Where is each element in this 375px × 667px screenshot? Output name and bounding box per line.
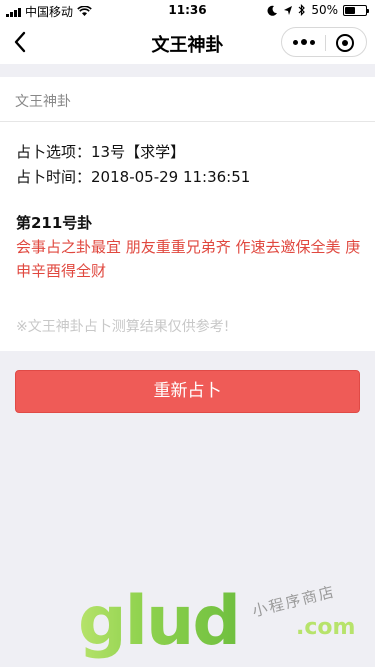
more-dot <box>301 39 307 45</box>
time-label: 占卜时间： <box>16 168 92 186</box>
divination-option-row: 占卜选项：13号【求学】 <box>16 141 185 162</box>
divider <box>0 121 375 122</box>
redo-divination-button[interactable]: 重新占卜 <box>15 370 360 413</box>
option-value: 13号【求学】 <box>91 143 186 161</box>
gua-text: 会事占之卦最宜 朋友重重兄弟齐 作速去邀保全美 庚申辛酉得全财 <box>16 238 361 280</box>
more-button[interactable] <box>292 28 316 56</box>
bluetooth-icon <box>298 4 306 16</box>
status-bar: 中国移动 11:36 50% <box>0 0 375 20</box>
moon-icon <box>267 5 278 16</box>
card-header: 文王神卦 <box>15 94 71 110</box>
time-value: 2018-05-29 11:36:51 <box>91 168 251 186</box>
watermark-suffix: .com <box>296 615 356 640</box>
gua-title: 第211号卦 <box>16 214 93 232</box>
nav-bar: 文王神卦 <box>0 20 375 64</box>
battery-fill <box>345 6 355 14</box>
battery-percent: 50% <box>311 3 338 17</box>
watermark-logo: glud <box>78 582 241 661</box>
capsule-divider <box>325 35 326 51</box>
miniprogram-capsule <box>281 27 367 57</box>
option-label: 占卜选项： <box>16 143 92 161</box>
more-dot <box>310 39 315 45</box>
divination-time-row: 占卜时间：2018-05-29 11:36:51 <box>16 166 250 187</box>
more-dot <box>293 39 298 45</box>
watermark: glud 小程序商店 .com <box>70 582 370 667</box>
disclaimer: ※文王神卦占卜测算结果仅供参考! <box>16 319 230 335</box>
status-right: 50% <box>267 3 369 17</box>
location-icon <box>284 5 293 15</box>
result-card: 文王神卦 占卜选项：13号【求学】 占卜时间：2018-05-29 11:36:… <box>0 77 375 351</box>
close-miniprogram-button[interactable] <box>336 34 354 52</box>
battery-icon <box>343 4 369 16</box>
